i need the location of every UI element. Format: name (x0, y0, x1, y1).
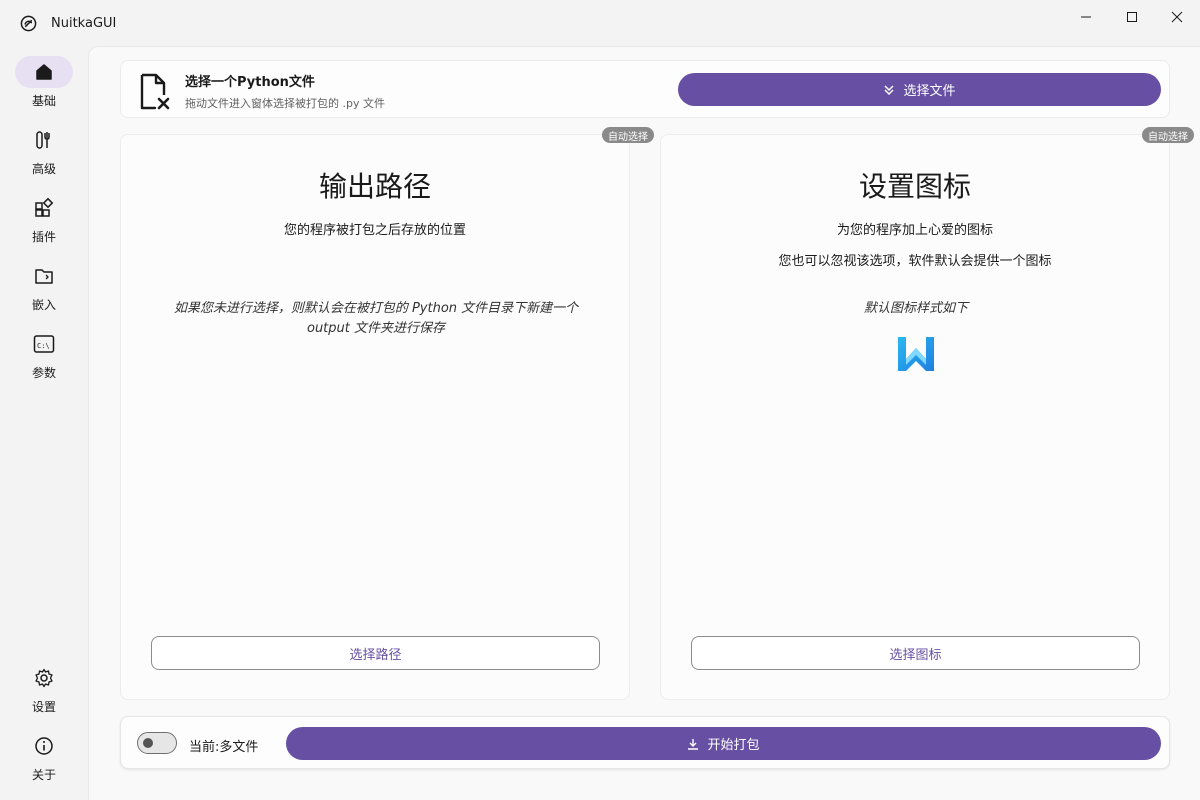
command-prompt-icon: C:\ (33, 335, 55, 353)
tools-icon (36, 131, 50, 149)
apps-icon (35, 198, 54, 217)
mode-label: 当前:多文件 (189, 740, 259, 755)
sidebar-item-basic[interactable]: 基础 (14, 56, 74, 116)
sidebar-item-label: 关于 (31, 768, 56, 782)
file-select-card[interactable]: 选择一个Python文件 拖动文件进入窗体选择被打包的 .py 文件 选择文件 (120, 60, 1170, 118)
sidebar-item-label: 高级 (31, 162, 56, 176)
sidebar-item-plugins[interactable]: 插件 (14, 192, 74, 252)
file-missing-icon (140, 73, 170, 110)
sidebar-item-label: 参数 (31, 366, 56, 380)
maximize-button[interactable] (1109, 0, 1155, 34)
output-path-note: 如果您未进行选择，则默认会在被打包的 Python 文件目录下新建一个 outp… (173, 301, 579, 336)
start-build-button[interactable]: 开始打包 (286, 727, 1161, 760)
auto-select-badge: 自动选择 (602, 127, 654, 143)
close-button[interactable] (1154, 0, 1200, 34)
sidebar-item-params[interactable]: C:\ 参数 (14, 328, 74, 388)
file-card-subtitle: 拖动文件进入窗体选择被打包的 .py 文件 (185, 97, 385, 110)
sidebar-item-label: 设置 (31, 700, 56, 714)
folder-embed-icon (35, 269, 53, 284)
output-path-title: 输出路径 (318, 170, 431, 203)
sidebar-item-label: 基础 (31, 94, 56, 108)
multi-file-toggle[interactable] (137, 732, 177, 754)
toggle-knob (143, 738, 153, 748)
home-icon (36, 64, 52, 80)
auto-select-badge: 自动选择 (1142, 127, 1194, 143)
file-card-title: 选择一个Python文件 (185, 75, 315, 90)
icon-panel-subtitle: 为您的程序加上心爱的图标 (836, 223, 993, 238)
sidebar-item-label: 插件 (31, 230, 56, 244)
sidebar: 基础 高级 插件 嵌入 C:\ 参数 设置 关于 (0, 46, 88, 800)
sidebar-item-settings[interactable]: 设置 (14, 662, 74, 722)
sidebar-item-embed[interactable]: 嵌入 (14, 260, 74, 320)
select-path-button[interactable]: 选择路径 (151, 636, 600, 670)
select-icon-button[interactable]: 选择图标 (691, 636, 1140, 670)
maximize-icon (1127, 12, 1137, 22)
close-icon (1171, 11, 1183, 23)
icon-panel: 设置图标 为您的程序加上心爱的图标 您也可以忽视该选项，软件默认会提供一个图标 … (660, 134, 1170, 700)
svg-text:C:\: C:\ (37, 342, 50, 350)
nuitka-logo-icon (20, 15, 37, 32)
start-build-label: 开始打包 (707, 738, 760, 753)
icon-panel-subtitle-2: 您也可以忽视该选项，软件默认会提供一个图标 (778, 254, 1052, 269)
output-path-panel: 输出路径 您的程序被打包之后存放的位置 如果您未进行选择，则默认会在被打包的 P… (120, 134, 630, 700)
sidebar-item-advanced[interactable]: 高级 (14, 124, 74, 184)
output-path-subtitle: 您的程序被打包之后存放的位置 (283, 223, 466, 238)
icon-panel-note: 默认图标样式如下 (863, 301, 968, 316)
sidebar-item-about[interactable]: 关于 (14, 730, 74, 790)
select-file-button[interactable]: 选择文件 (678, 73, 1161, 106)
app-title: NuitkaGUI (51, 16, 117, 31)
double-chevron-down-icon (884, 84, 895, 95)
title-bar: NuitkaGUI (0, 0, 1200, 46)
default-app-logo-icon (898, 337, 934, 371)
icon-panel-title: 设置图标 (858, 170, 971, 203)
select-file-label: 选择文件 (903, 84, 956, 99)
minimize-icon (1081, 16, 1091, 18)
download-icon (688, 738, 699, 750)
gear-icon (35, 668, 53, 688)
sidebar-item-label: 嵌入 (31, 298, 56, 312)
info-icon (35, 737, 53, 755)
minimize-button[interactable] (1063, 0, 1109, 34)
bottom-action-bar: 当前:多文件 开始打包 (120, 716, 1170, 769)
